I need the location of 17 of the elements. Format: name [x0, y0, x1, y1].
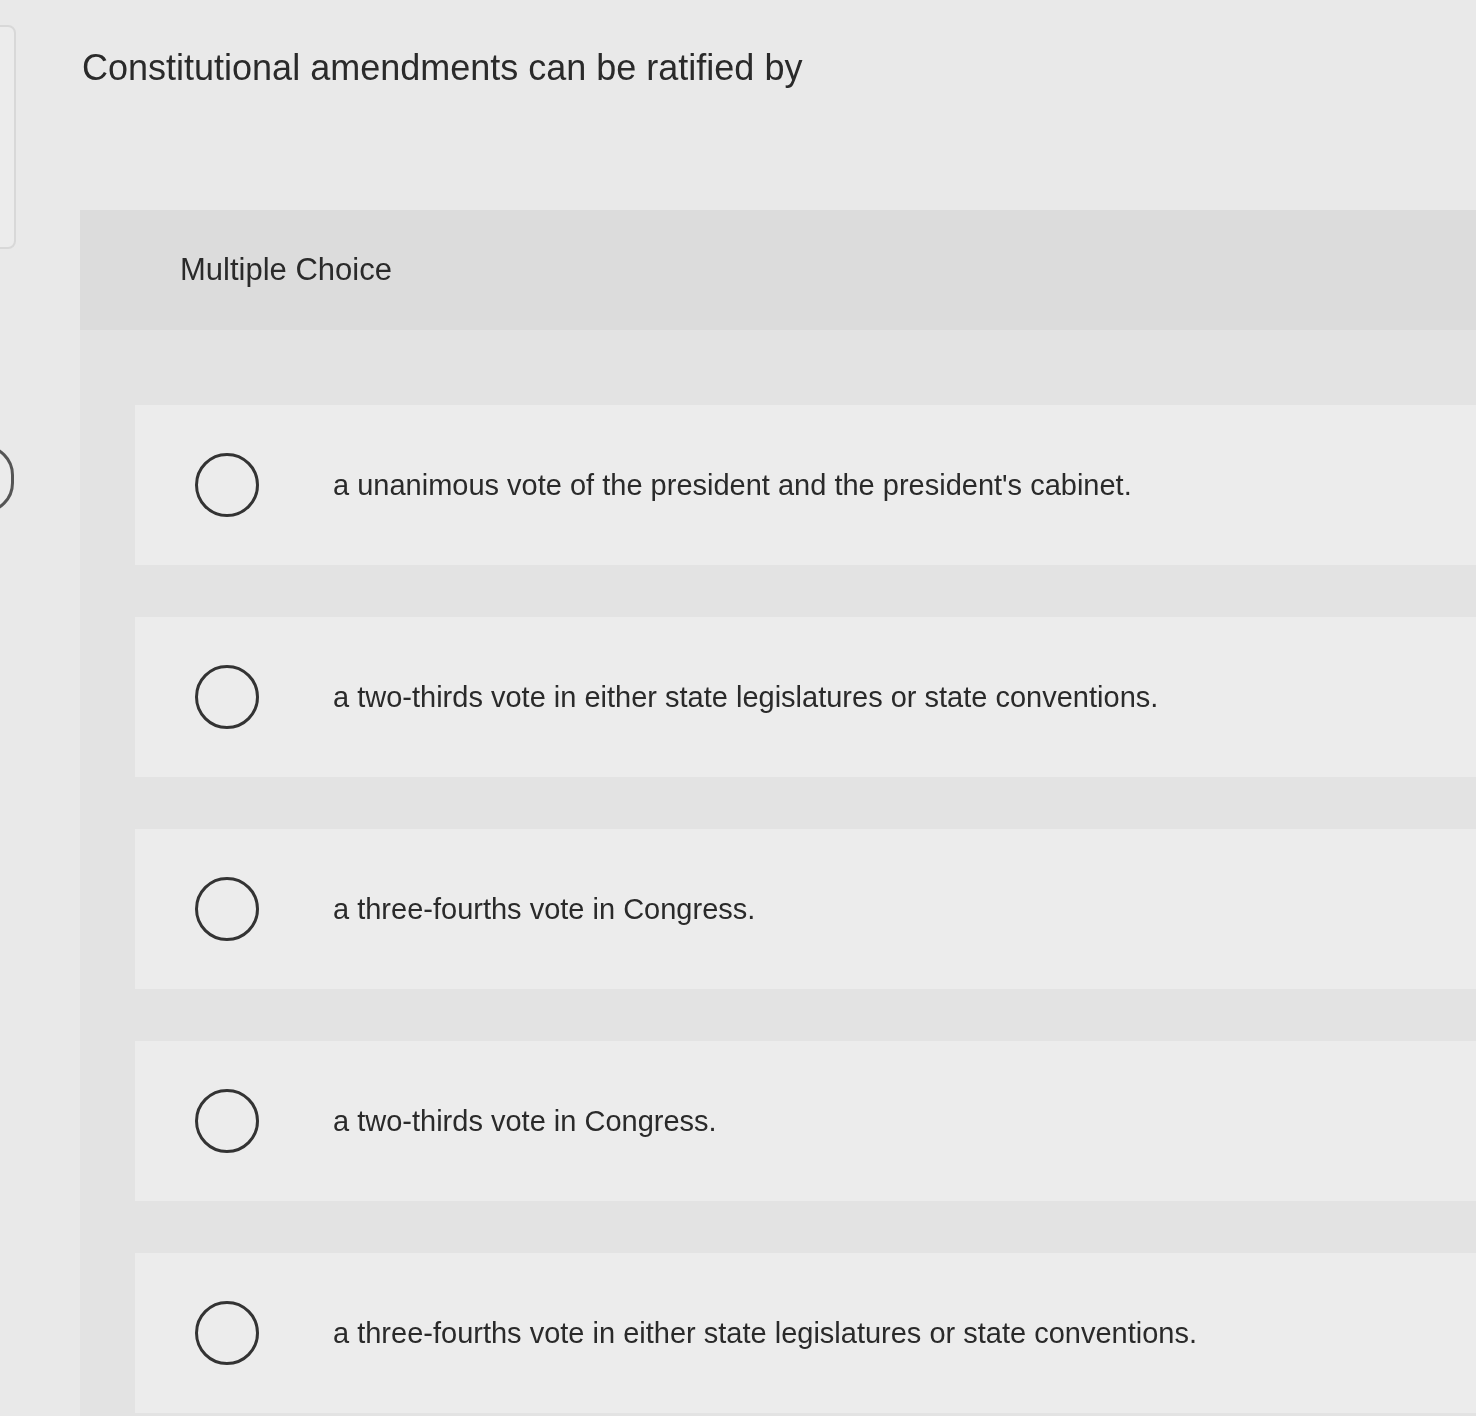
- answer-option-card[interactable]: a three-fourths vote in Congress.: [135, 829, 1476, 989]
- answer-option-card[interactable]: a two-thirds vote in either state legislatures or state conventions.: [135, 617, 1476, 777]
- answer-option-text[interactable]: a three-fourths vote in Congress.: [333, 892, 756, 926]
- answer-option-text[interactable]: a two-thirds vote in either state legislatures or state conventions.: [333, 680, 1159, 714]
- question-text: Constitutional amendments can be ratified by: [82, 46, 803, 90]
- answer-option-text[interactable]: a three-fourths vote in either state legislatures or state conventions.: [333, 1316, 1198, 1350]
- answer-option-card[interactable]: a two-thirds vote in Congress.: [135, 1041, 1476, 1201]
- radio-button[interactable]: [195, 1301, 259, 1365]
- answer-option-card[interactable]: a three-fourths vote in either state legislatures or state conventions.: [135, 1253, 1476, 1413]
- radio-button[interactable]: [195, 877, 259, 941]
- radio-button[interactable]: [195, 1089, 259, 1153]
- radio-button[interactable]: [195, 453, 259, 517]
- radio-button[interactable]: [195, 665, 259, 729]
- answer-option-text[interactable]: a two-thirds vote in Congress.: [333, 1104, 717, 1138]
- answer-option-card[interactable]: a unanimous vote of the president and the president's cabinet.: [135, 405, 1476, 565]
- answer-option-text[interactable]: a unanimous vote of the president and the president's cabinet.: [333, 468, 1132, 502]
- question-type-label: Multiple Choice: [180, 252, 392, 288]
